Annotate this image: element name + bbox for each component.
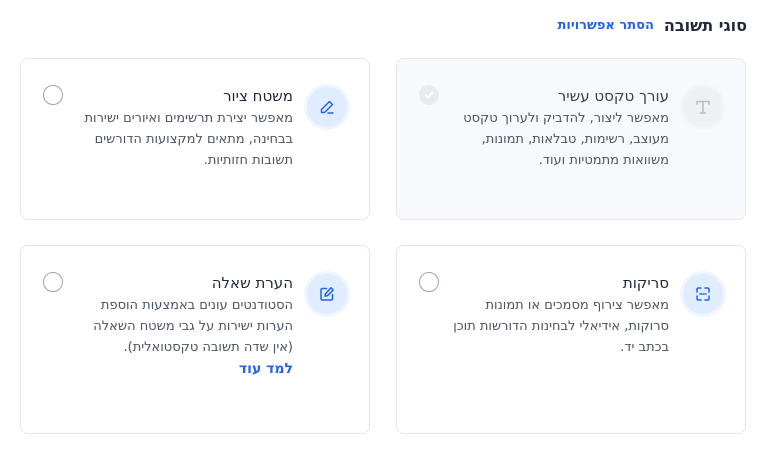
rich-text-editor-card: עורך טקסט עשיר מאפשר ליצור, להדביק ולערו… — [396, 58, 746, 220]
card-description: מאפשר צירוף מסמכים או תמונות סרוקות, איד… — [453, 298, 669, 355]
card-description: מאפשר ליצור, להדביק ולערוך טקסט מעוצב, ר… — [463, 111, 669, 168]
text-format-icon — [683, 87, 723, 127]
scans-card[interactable]: סריקות מאפשר צירוף מסמכים או תמונות סרוק… — [396, 245, 746, 434]
card-title: הערת שאלה — [211, 274, 293, 292]
card-description: הסטודנטים עונים באמצעות הוספת הערות ישיר… — [93, 298, 293, 355]
selected-checkmark-radio — [419, 85, 439, 105]
question-annotation-radio[interactable] — [43, 272, 63, 292]
card-title: סריקות — [622, 274, 669, 292]
card-description: מאפשר יצירת תרשימים ואיורים ישירות בבחינ… — [84, 111, 294, 168]
question-annotation-card[interactable]: הערת שאלה הסטודנטים עונים באמצעות הוספת … — [20, 245, 370, 434]
card-title: משטח ציור — [223, 87, 293, 105]
scan-icon — [683, 274, 723, 314]
drawing-canvas-card[interactable]: משטח ציור מאפשר יצירת תרשימים ואיורים יש… — [20, 58, 370, 220]
scans-radio[interactable] — [419, 272, 439, 292]
card-title: עורך טקסט עשיר — [557, 87, 669, 105]
response-types-header: סוגי תשובה הסתר אפשרויות — [10, 12, 747, 38]
note-edit-icon — [307, 274, 347, 314]
pencil-icon — [307, 87, 347, 127]
learn-more-link[interactable]: למד עוד — [239, 361, 293, 377]
hide-options-link[interactable]: הסתר אפשרויות — [558, 18, 654, 33]
section-title: סוגי תשובה — [663, 15, 747, 35]
check-icon — [424, 91, 434, 99]
drawing-canvas-radio[interactable] — [43, 85, 63, 105]
